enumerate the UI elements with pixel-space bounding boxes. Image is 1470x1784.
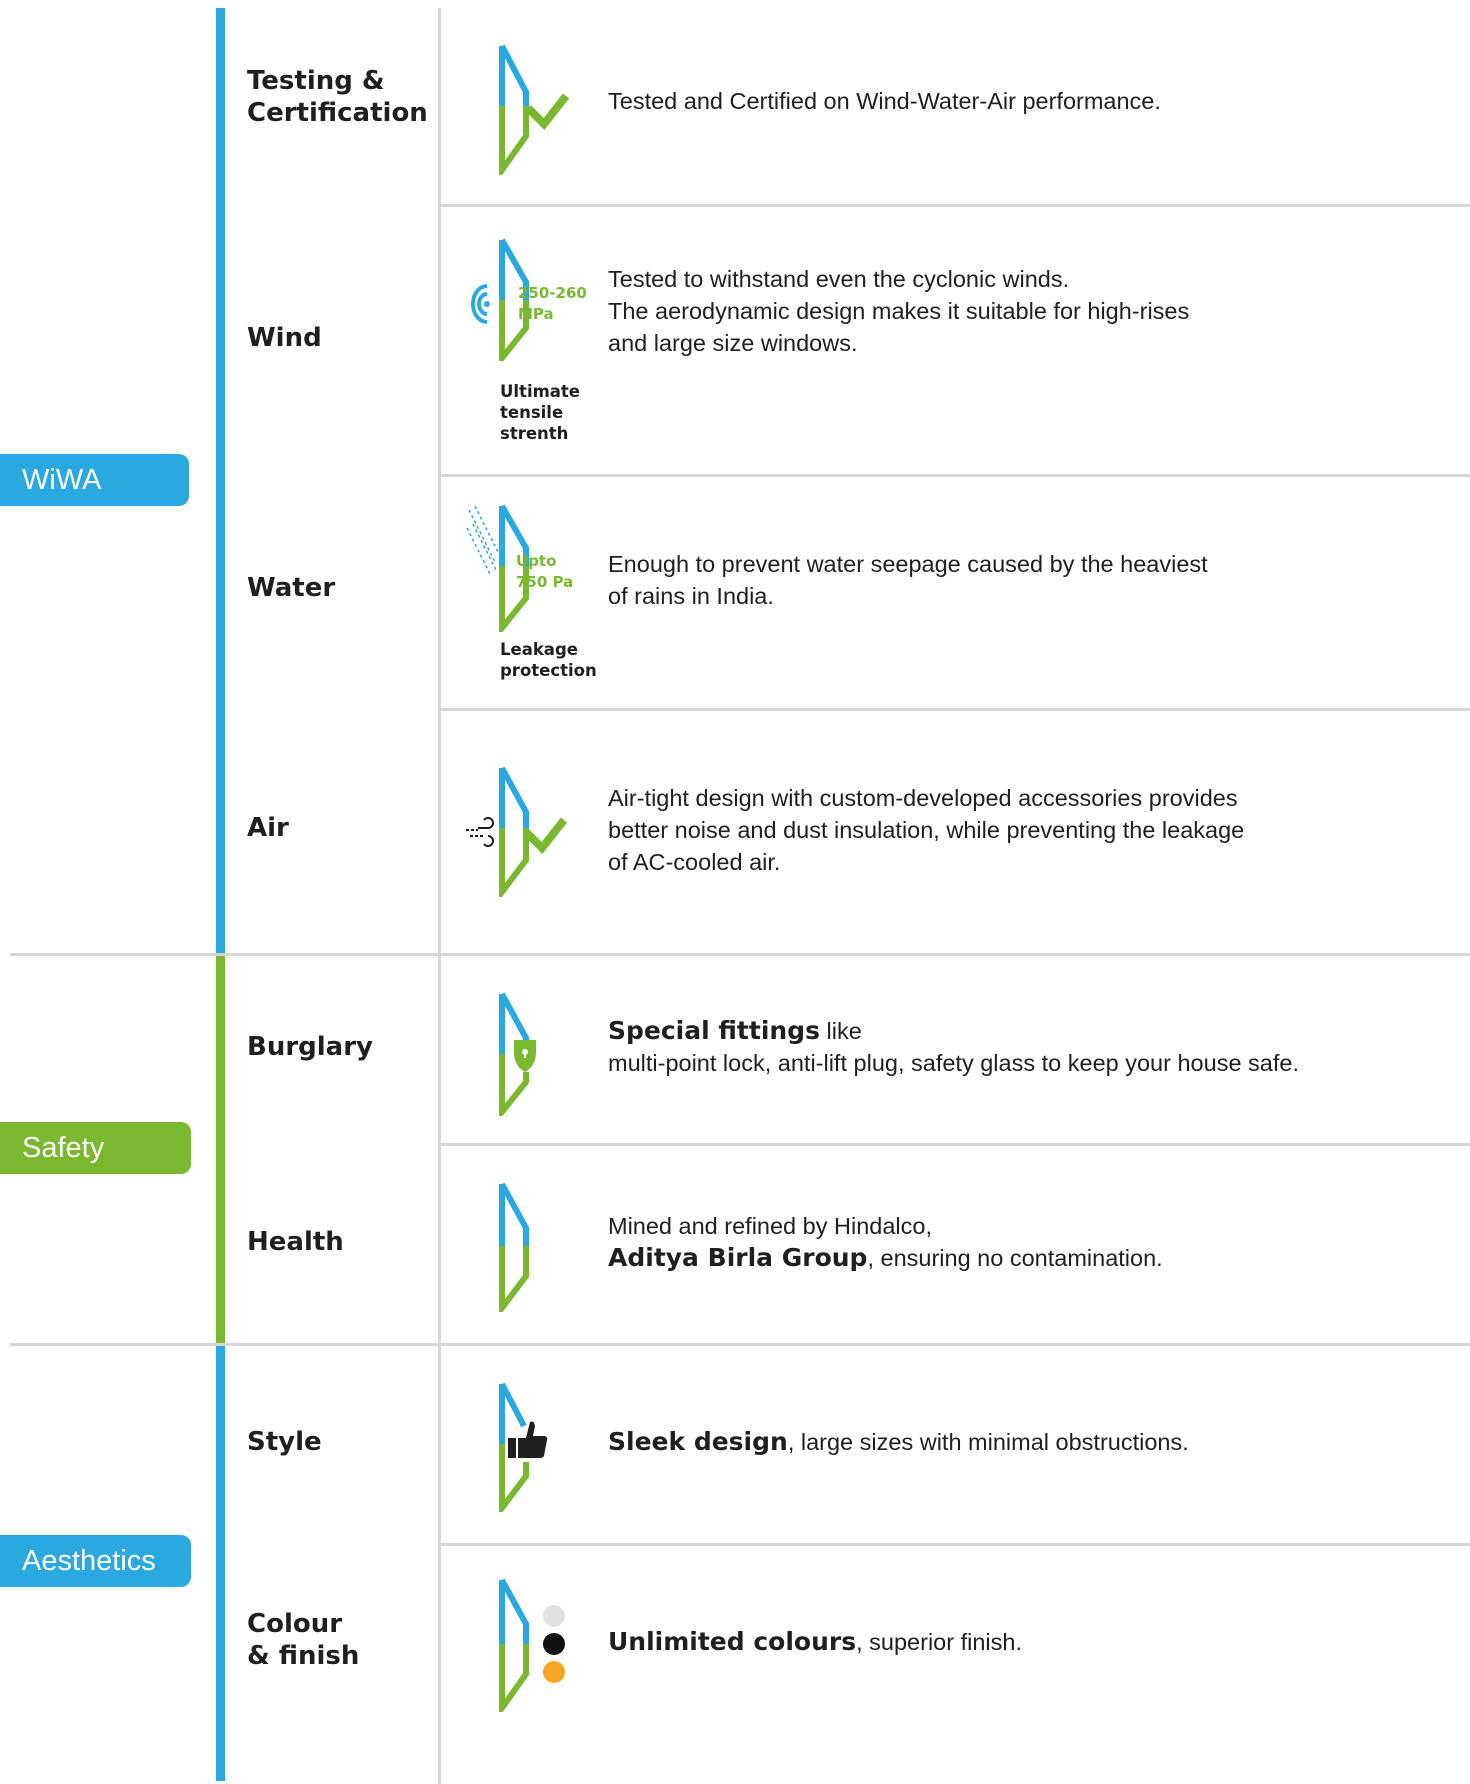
desc-line: Special fittings like (608, 1015, 1299, 1047)
category-separator (10, 1343, 1470, 1346)
row-label-line: Certification (247, 98, 428, 128)
row-label-wind: Wind (247, 322, 322, 354)
spec-line: 250-260 (518, 284, 587, 302)
row-label-colour-finish: Colour & finish (247, 1608, 359, 1672)
desc-line: Enough to prevent water seepage caused b… (608, 551, 1208, 577)
desc-text: , ensuring no contamination. (867, 1245, 1163, 1271)
window-shield-icon (499, 992, 536, 1116)
window-thumbs-up-icon (499, 1382, 548, 1512)
spec-caption-water: Leakage protection (500, 639, 597, 681)
air-flow-icon (466, 817, 494, 847)
row-label-burglary: Burglary (247, 1031, 373, 1063)
category-pill-safety: Safety (0, 1122, 191, 1174)
caption-line: protection (500, 661, 597, 680)
desc-line: Mined and refined by Hindalco, (608, 1213, 932, 1239)
spec-line: MPa (518, 305, 554, 323)
caption-line: Ultimate (500, 382, 581, 401)
colour-swatch (543, 1605, 565, 1627)
window-air-check-icon (466, 766, 568, 897)
desc-line: multi-point lock, anti-lift plug, safety… (608, 1050, 1299, 1076)
desc-line: better noise and dust insulation, while … (608, 817, 1245, 843)
row-label-line: Air (247, 813, 289, 843)
desc-line: and large size windows. (608, 330, 858, 356)
window-check-icon (499, 44, 570, 175)
desc-line: The aerodynamic design makes it suitable… (608, 298, 1190, 324)
row-label-testing-certification: Testing & Certification (247, 65, 428, 129)
window-colour-dots-icon (499, 1578, 565, 1712)
row-label-line: Burglary (247, 1032, 373, 1062)
caption-line: tensile (500, 403, 564, 422)
desc-bold: Special fittings (608, 1016, 820, 1045)
desc-bold: Sleek design (608, 1427, 788, 1456)
category-pill-wiwa: WiWA (0, 454, 189, 506)
desc-text: , large sizes with minimal obstructions. (787, 1429, 1189, 1455)
caption-line: Leakage (500, 640, 578, 659)
row-desc-colour-finish: Unlimited colours, superior finish. (608, 1626, 1022, 1658)
column-separator (438, 8, 441, 1784)
category-pill-aesthetics: Aesthetics (0, 1535, 191, 1587)
desc-line: of AC-cooled air. (608, 849, 781, 875)
desc-bold: Unlimited colours (608, 1627, 857, 1656)
category-separator (10, 953, 1470, 956)
colour-swatch (543, 1661, 565, 1683)
desc-line: Tested to withstand even the cyclonic wi… (608, 266, 1070, 292)
row-desc-water: Enough to prevent water seepage caused b… (608, 548, 1208, 612)
desc-line: Tested and Certified on Wind-Water-Air p… (608, 88, 1161, 114)
desc-line: Unlimited colours, superior finish. (608, 1626, 1022, 1658)
row-label-line: Colour (247, 1609, 343, 1639)
row-label-line: Water (247, 573, 336, 603)
desc-text: , superior finish. (856, 1629, 1022, 1655)
row-label-line: Testing & (247, 66, 385, 96)
safety-category-bar (216, 955, 225, 1343)
row-desc-wind: Tested to withstand even the cyclonic wi… (608, 263, 1189, 359)
row-label-water: Water (247, 572, 335, 604)
desc-line: Air-tight design with custom-developed a… (608, 785, 1238, 811)
shield-icon (514, 1040, 536, 1072)
spec-value-water: Upto 750 Pa (516, 551, 573, 593)
desc-line: of rains in India. (608, 583, 774, 609)
row-label-style: Style (247, 1426, 322, 1458)
colour-swatch (543, 1633, 565, 1655)
desc-text: like (819, 1018, 862, 1044)
window-icon (499, 1182, 529, 1312)
row-label-air: Air (247, 812, 289, 844)
desc-bold: Aditya Birla Group (608, 1243, 868, 1272)
rain-icon (466, 505, 502, 577)
row-desc-style: Sleek design, large sizes with minimal o… (608, 1426, 1189, 1458)
spec-line: Upto (516, 552, 557, 570)
wiwa-category-bar (216, 8, 225, 955)
row-separator (441, 1543, 1470, 1546)
row-label-line: Health (247, 1227, 344, 1257)
row-separator (441, 708, 1470, 711)
desc-line: Sleek design, large sizes with minimal o… (608, 1426, 1189, 1458)
cyclone-icon (471, 284, 490, 324)
row-label-line: & finish (247, 1641, 360, 1671)
row-separator (441, 204, 1470, 207)
caption-line: strenth (500, 424, 569, 443)
row-label-line: Style (247, 1427, 322, 1457)
row-separator (441, 1143, 1470, 1146)
thumbs-up-icon (508, 1421, 548, 1458)
spec-line: 750 Pa (516, 573, 574, 591)
row-desc-testing-certification: Tested and Certified on Wind-Water-Air p… (608, 85, 1161, 117)
aesthetics-category-bar (216, 1343, 225, 1781)
row-desc-air: Air-tight design with custom-developed a… (608, 782, 1244, 878)
row-desc-health: Mined and refined by Hindalco, Aditya Bi… (608, 1210, 1163, 1274)
row-separator (441, 474, 1470, 477)
row-label-line: Wind (247, 323, 322, 353)
row-label-health: Health (247, 1226, 344, 1258)
row-desc-burglary: Special fittings like multi-point lock, … (608, 1015, 1299, 1079)
spec-value-wind: 250-260 MPa (518, 283, 587, 325)
spec-caption-wind: Ultimate tensile strenth (500, 381, 580, 444)
desc-line: Aditya Birla Group, ensuring no contamin… (608, 1242, 1163, 1274)
